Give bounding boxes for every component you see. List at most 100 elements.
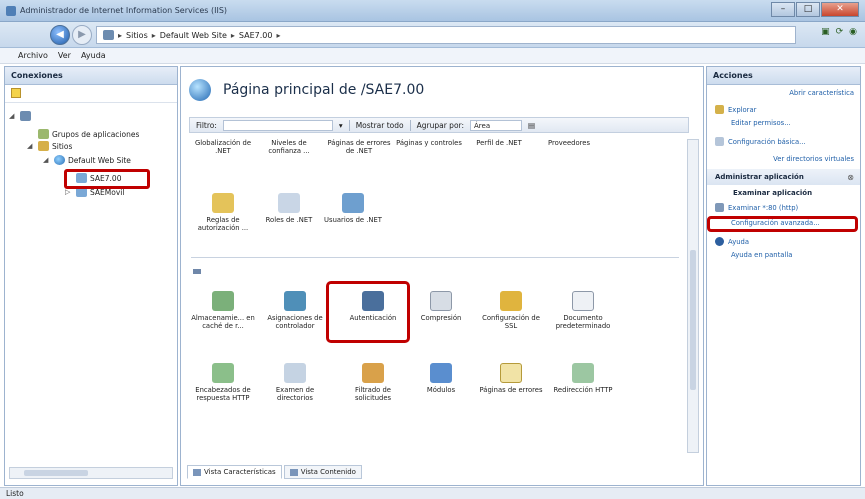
settings-icon <box>715 137 724 146</box>
menu-archivo[interactable]: Archivo <box>18 51 48 60</box>
breadcrumb-sitios[interactable]: Sitios <box>126 31 148 40</box>
status-text: Listo <box>6 489 24 498</box>
vertical-scrollbar[interactable] <box>687 139 699 453</box>
minimize-button[interactable]: – <box>771 2 795 17</box>
http-headers-icon <box>212 363 234 383</box>
network-icon[interactable]: ▣ <box>821 27 830 37</box>
feature-paginas-errores[interactable]: Páginas de errores <box>477 363 545 394</box>
action-label: Explorar <box>728 105 757 114</box>
users-icon <box>342 193 364 213</box>
compression-icon <box>430 291 452 311</box>
menu-ayuda[interactable]: Ayuda <box>81 51 106 60</box>
redirect-icon <box>572 363 594 383</box>
help-link[interactable]: Ayuda <box>715 237 749 246</box>
horizontal-scrollbar[interactable] <box>9 467 173 479</box>
breadcrumb-default-web-site[interactable]: Default Web Site <box>160 31 227 40</box>
back-button[interactable]: ◀ <box>50 25 70 45</box>
tab-content-view[interactable]: Vista Contenido <box>283 465 362 479</box>
directory-browsing-icon <box>284 363 306 383</box>
scroll-thumb[interactable] <box>690 250 696 390</box>
collapse-icon[interactable]: ◢ <box>9 112 17 120</box>
feature-niveles-confianza[interactable]: Niveles de confianza ... <box>255 139 323 155</box>
error-pages-icon <box>500 363 522 383</box>
feature-paginas-controles[interactable]: Páginas y controles <box>395 139 463 147</box>
feature-filtrado-solicitudes[interactable]: Filtrado de solicitudes <box>339 363 407 402</box>
tree-item-server[interactable]: ◢ <box>9 111 34 121</box>
features-view-icon <box>193 468 201 476</box>
request-filtering-icon <box>362 363 384 383</box>
feature-encabezados-http[interactable]: Encabezados de respuesta HTTP <box>189 363 257 402</box>
page-header: Página principal de /SAE7.00 <box>189 79 424 101</box>
menu-bar: Archivo Ver Ayuda <box>0 48 865 64</box>
explore-link[interactable]: Explorar <box>715 105 756 114</box>
online-help-link[interactable]: Ayuda en pantalla <box>731 251 792 259</box>
feature-asignaciones-controlador[interactable]: Asignaciones de controlador <box>261 291 329 330</box>
feature-perfil-net[interactable]: Perfil de .NET <box>465 139 533 147</box>
roles-icon <box>278 193 300 213</box>
show-all-button[interactable]: Mostrar todo <box>356 121 404 130</box>
open-feature-link[interactable]: Abrir característica <box>789 89 854 97</box>
feature-label: Almacenamie... en caché de r... <box>191 314 255 330</box>
feature-redireccion-http[interactable]: Redirección HTTP <box>549 363 617 394</box>
filter-input[interactable] <box>222 119 333 131</box>
feature-documento-predeterminado[interactable]: Documento predeterminado <box>549 291 617 330</box>
feature-usuarios-net[interactable]: Usuarios de .NET <box>319 193 387 224</box>
maximize-button[interactable]: □ <box>796 2 820 17</box>
action-label: Ayuda <box>728 237 749 246</box>
go-icon[interactable]: ▾ <box>339 121 343 130</box>
edit-permissions-link[interactable]: Editar permisos... <box>731 119 791 127</box>
action-label: Editar permisos... <box>731 119 791 127</box>
breadcrumb-sae700[interactable]: SAE7.00 <box>239 31 273 40</box>
menu-ver[interactable]: Ver <box>58 51 71 60</box>
handler-mappings-icon <box>284 291 306 311</box>
tree-item-default-web-site[interactable]: ◢ Default Web Site <box>43 155 131 165</box>
address-breadcrumb[interactable]: ▸ Sitios ▸ Default Web Site ▸ SAE7.00 ▸ <box>96 26 796 44</box>
feature-globalizacion-net[interactable]: Globalización de .NET <box>189 139 257 155</box>
feature-label: Módulos <box>426 386 456 394</box>
feature-reglas-autorizacion[interactable]: Reglas de autorización ... <box>189 193 257 232</box>
new-connection-icon[interactable] <box>11 88 21 98</box>
group-collapse-icon[interactable] <box>193 269 201 274</box>
page-title: Página principal de /SAE7.00 <box>223 82 425 98</box>
help-menu-icon[interactable]: ◉ <box>849 27 857 37</box>
feature-label: Usuarios de .NET <box>324 216 382 224</box>
tree-item-sites[interactable]: ◢ Sitios <box>27 141 72 151</box>
group-by-select[interactable]: Área <box>470 119 523 131</box>
feature-paginas-errores-net[interactable]: Páginas de errores de .NET <box>325 139 393 155</box>
collapse-section-icon[interactable]: ⊗ <box>847 173 854 182</box>
tab-features-view[interactable]: Vista Características <box>187 465 282 479</box>
address-tools: ▣ ⟳ ◉ <box>821 27 857 37</box>
collapse-icon[interactable]: ◢ <box>43 156 51 164</box>
browse-http-link[interactable]: Examinar *:80 (http) <box>715 203 798 212</box>
feature-label: Niveles de confianza ... <box>268 139 310 155</box>
feature-compresion[interactable]: Compresión <box>407 291 475 322</box>
feature-examen-directorios[interactable]: Examen de directorios <box>261 363 329 402</box>
forward-button[interactable]: ▶ <box>72 25 92 45</box>
browse-application-label: Examinar aplicación <box>733 189 813 197</box>
feature-almacenamiento-cache[interactable]: Almacenamie... en caché de r... <box>189 291 257 330</box>
iis-app-icon <box>6 6 16 16</box>
feature-proveedores[interactable]: Proveedores <box>535 139 603 147</box>
feature-configuracion-ssl[interactable]: Configuración de SSL <box>477 291 545 330</box>
sites-folder-icon <box>38 141 49 151</box>
window-controls: – □ ✕ <box>770 2 859 17</box>
basic-settings-link[interactable]: Configuración básica... <box>715 137 806 146</box>
tree-item-app-pools[interactable]: Grupos de aplicaciones <box>27 129 139 139</box>
scroll-thumb[interactable] <box>24 470 88 476</box>
connections-title: Conexiones <box>5 67 177 85</box>
view-options-icon[interactable]: ▤ <box>528 121 535 130</box>
action-label: Configuración básica... <box>728 137 806 146</box>
expand-icon[interactable]: ▷ <box>65 188 73 196</box>
feature-label: Configuración de SSL <box>482 314 540 330</box>
refresh-icon[interactable]: ⟳ <box>836 27 844 37</box>
feature-modulos[interactable]: Módulos <box>407 363 475 394</box>
action-label: Abrir característica <box>789 89 854 97</box>
feature-roles-net[interactable]: Roles de .NET <box>255 193 323 224</box>
close-button[interactable]: ✕ <box>821 2 859 17</box>
help-icon <box>715 237 724 246</box>
view-virtual-dirs-link[interactable]: Ver directorios virtuales <box>773 155 854 163</box>
navigation-bar: ◀ ▶ ▸ Sitios ▸ Default Web Site ▸ SAE7.0… <box>0 22 865 48</box>
document-icon <box>572 291 594 311</box>
manage-application-section: Administrar aplicación <box>707 169 860 185</box>
collapse-icon[interactable]: ◢ <box>27 142 35 150</box>
